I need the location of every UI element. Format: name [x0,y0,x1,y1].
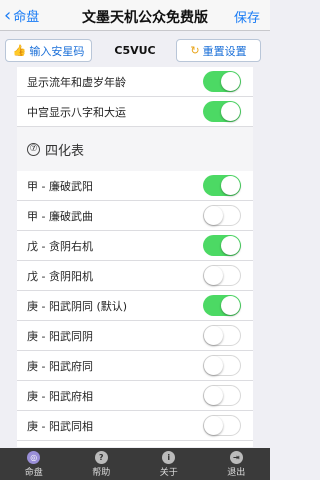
setting-row: 庚 - 阳武阴同 (默认) [17,291,253,321]
tab-label: 退出 [227,467,246,478]
tab-info[interactable]: i 关于 [135,448,203,480]
section-title: 四化表 [45,143,85,159]
toggle-switch[interactable] [203,355,241,376]
toggle-knob [221,176,240,195]
toggle-switch[interactable] [203,265,241,286]
setting-row: 中宫显示八字和大运 [17,97,253,127]
chart-icon: ◎ [27,450,41,464]
tab-label: 关于 [159,467,178,478]
settings-list[interactable]: 显示流年和虚岁年龄 中宫显示八字和大运 ⑦ 四化表 甲 - 廉破武阳甲 - 廉破武… [17,67,253,447]
toggle-knob [204,386,223,405]
toggle-switch[interactable] [203,415,241,436]
setting-label: 庚 - 阳武府同 [27,359,93,373]
section-header: ⑦ 四化表 [17,127,253,171]
input-code-label: 输入安星码 [29,44,85,58]
setting-row: 戊 - 贪阴阳机 [17,261,253,291]
setting-row: 庚 - 阳武同相 [17,411,253,441]
save-button[interactable]: 保存 [234,7,260,26]
input-code-button[interactable]: 👍 输入安星码 [5,39,92,62]
exit-icon: ⇥ [229,450,243,464]
toggle-switch[interactable] [203,385,241,406]
setting-label: 庚 - 阳武阴同 (默认) [27,299,128,313]
help-icon: ? [94,450,108,464]
toggle-knob [204,416,223,435]
toggle-knob [204,266,223,285]
setting-label: 显示流年和虚岁年龄 [27,75,126,89]
chevron-left-icon: ‹ [4,4,12,26]
toggle-knob [204,326,223,345]
setting-label: 中宫显示八字和大运 [27,105,126,119]
star-code: C5VUC [114,44,156,57]
toggle-switch[interactable] [203,325,241,346]
reset-settings-button[interactable]: ↻ 重置设置 [176,39,261,62]
setting-row: 戊 - 贪阴右机 [17,231,253,261]
toggle-knob [221,72,240,91]
tab-label: 帮助 [92,467,111,478]
toggle-switch[interactable] [203,235,241,256]
toggle-switch[interactable] [203,175,241,196]
toggle-switch[interactable] [203,295,241,316]
tab-label: 命盘 [24,467,43,478]
toggle-knob [204,206,223,225]
section-number: ⑦ [27,142,40,156]
tab-help[interactable]: ? 帮助 [68,448,136,480]
setting-row: 甲 - 廉破武阳 [17,171,253,201]
info-icon: i [162,450,176,464]
toggle-switch[interactable] [203,205,241,226]
toolbar: 👍 输入安星码 C5VUC ↻ 重置设置 [0,32,270,67]
back-label: 命盘 [13,10,40,25]
thumbs-up-icon: 👍 [12,44,27,57]
setting-label: 庚 - 阳武同相 [27,419,93,433]
setting-row: 庚 - 阳武府相 [17,381,253,411]
toggle-knob [221,236,240,255]
tab-exit[interactable]: ⇥ 退出 [203,448,271,480]
setting-label: 甲 - 廉破武阳 [27,179,93,193]
toggle-switch[interactable] [203,101,241,122]
setting-row: 显示流年和虚岁年龄 [17,67,253,97]
nav-bar: ‹ 命盘 文墨天机公众免费版 保存 [0,0,270,31]
setting-label: 庚 - 阳武府相 [27,389,93,403]
toggle-knob [221,296,240,315]
setting-label: 甲 - 廉破武曲 [27,209,93,223]
reset-label: 重置设置 [202,44,247,58]
setting-label: 戊 - 贪阴阳机 [27,269,93,283]
setting-row: 庚 - 阳武府同 [17,351,253,381]
refresh-icon: ↻ [190,44,200,57]
setting-label: 戊 - 贪阴右机 [27,239,93,253]
toggle-knob [204,356,223,375]
back-button[interactable]: ‹ 命盘 [4,6,39,25]
page-title: 文墨天机公众免费版 [82,10,208,26]
tab-bar: ◎ 命盘? 帮助 i 关于 ⇥ 退出 [0,448,270,480]
tab-chart[interactable]: ◎ 命盘 [0,448,68,480]
setting-row: 甲 - 廉破武曲 [17,201,253,231]
setting-row: 庚 - 阳武同阴 [17,321,253,351]
setting-label: 庚 - 阳武同阴 [27,329,93,343]
toggle-switch[interactable] [203,71,241,92]
toggle-knob [221,102,240,121]
